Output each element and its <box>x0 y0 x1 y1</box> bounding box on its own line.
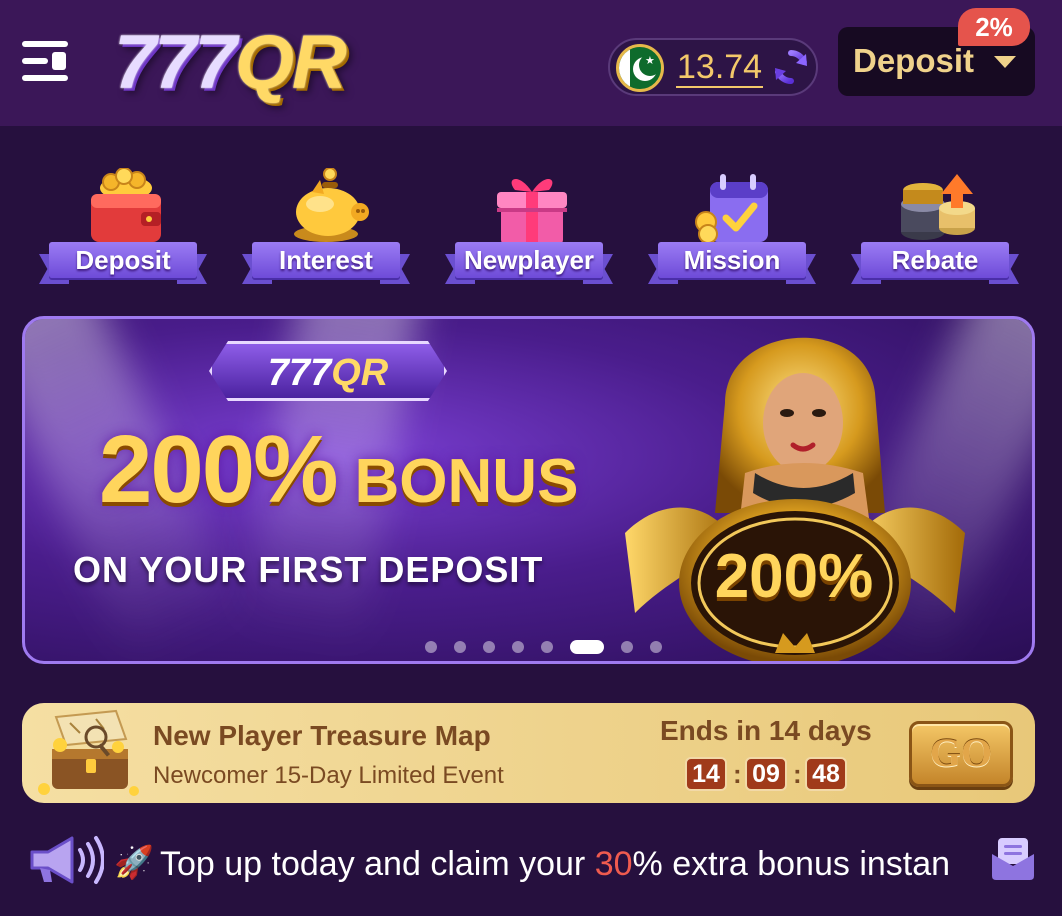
quick-nav-label: Deposit <box>75 245 171 275</box>
promo-banner[interactable]: 777QR 200% BONUS ON YOUR FIRST DEPOSIT 20… <box>22 316 1035 664</box>
marquee-text: Top up today and claim your 30% extra bo… <box>160 845 951 883</box>
banner-logo: 777QR <box>209 341 447 401</box>
treasure-chest-icon <box>38 709 139 796</box>
quick-nav-label: Rebate <box>891 245 979 275</box>
quick-nav-newplayer[interactable]: Newplayer <box>445 160 613 290</box>
banner-subline: ON YOUR FIRST DEPOSIT <box>73 549 544 590</box>
mail-icon[interactable] <box>990 836 1036 880</box>
carousel-dot[interactable] <box>483 641 495 653</box>
marquee-viewport: Top up today and claim your 30% extra bo… <box>160 842 962 886</box>
gift-box-icon <box>497 178 567 244</box>
banner-headline: 200% BONUS <box>99 416 579 523</box>
calendar-check-icon <box>695 174 768 244</box>
quick-nav: Deposit Interest Newplayer Mission Rebat… <box>0 160 1062 290</box>
timer-minutes: 09 <box>745 757 787 791</box>
chip-stack-arrow-icon <box>901 174 975 240</box>
refresh-icon[interactable] <box>772 48 810 86</box>
carousel-dot[interactable] <box>650 641 662 653</box>
treasure-map-subtitle: Newcomer 15-Day Limited Event <box>153 762 504 789</box>
megaphone-icon <box>30 836 104 884</box>
chevron-down-icon <box>994 56 1016 68</box>
carousel-dot[interactable] <box>541 641 553 653</box>
carousel-dot[interactable] <box>425 641 437 653</box>
medal-bonus-text: 200% <box>714 542 874 611</box>
treasure-map-title: New Player Treasure Map <box>153 720 491 751</box>
event-ends-text: Ends in 14 days <box>660 715 872 746</box>
quick-nav-label: Newplayer <box>463 245 595 275</box>
carousel-dot-active[interactable] <box>570 640 604 654</box>
red-wallet-coins-icon <box>91 168 161 242</box>
quick-nav-interest[interactable]: Interest <box>242 160 410 290</box>
timer-separator: : <box>733 759 742 789</box>
pakistan-flag-icon: ★ <box>616 44 664 92</box>
quick-nav-mission[interactable]: Mission <box>648 160 816 290</box>
carousel-dot[interactable] <box>454 641 466 653</box>
rocket-icon: 🚀 <box>114 844 154 880</box>
piggy-bank-icon <box>294 168 369 242</box>
quick-nav-label: Interest <box>279 245 373 275</box>
deposit-bonus-badge: 2% <box>958 8 1030 46</box>
carousel-dot[interactable] <box>621 641 633 653</box>
site-logo[interactable]: 777QR <box>114 18 347 108</box>
go-button[interactable]: GO <box>909 721 1013 787</box>
quick-nav-label: Mission <box>683 245 781 275</box>
menu-icon[interactable] <box>22 41 68 81</box>
quick-nav-rebate[interactable]: Rebate <box>851 160 1019 290</box>
carousel-dot[interactable] <box>512 641 524 653</box>
timer-separator: : <box>793 759 802 789</box>
timer-hours: 14 <box>685 757 727 791</box>
quick-nav-deposit[interactable]: Deposit <box>39 160 207 290</box>
treasure-map-card[interactable]: New Player Treasure Map Newcomer 15-Day … <box>22 703 1035 803</box>
deposit-button-label: Deposit <box>853 42 975 79</box>
balance-widget: ★ 13.74 <box>608 38 818 96</box>
timer-seconds: 48 <box>805 757 847 791</box>
balance-amount: 13.74 <box>676 48 764 88</box>
announcement-marquee[interactable]: 🚀 Top up today and claim your 30% extra … <box>0 830 1062 900</box>
top-header: 777QR ★ 13.74 Deposit 2% <box>0 0 1062 126</box>
